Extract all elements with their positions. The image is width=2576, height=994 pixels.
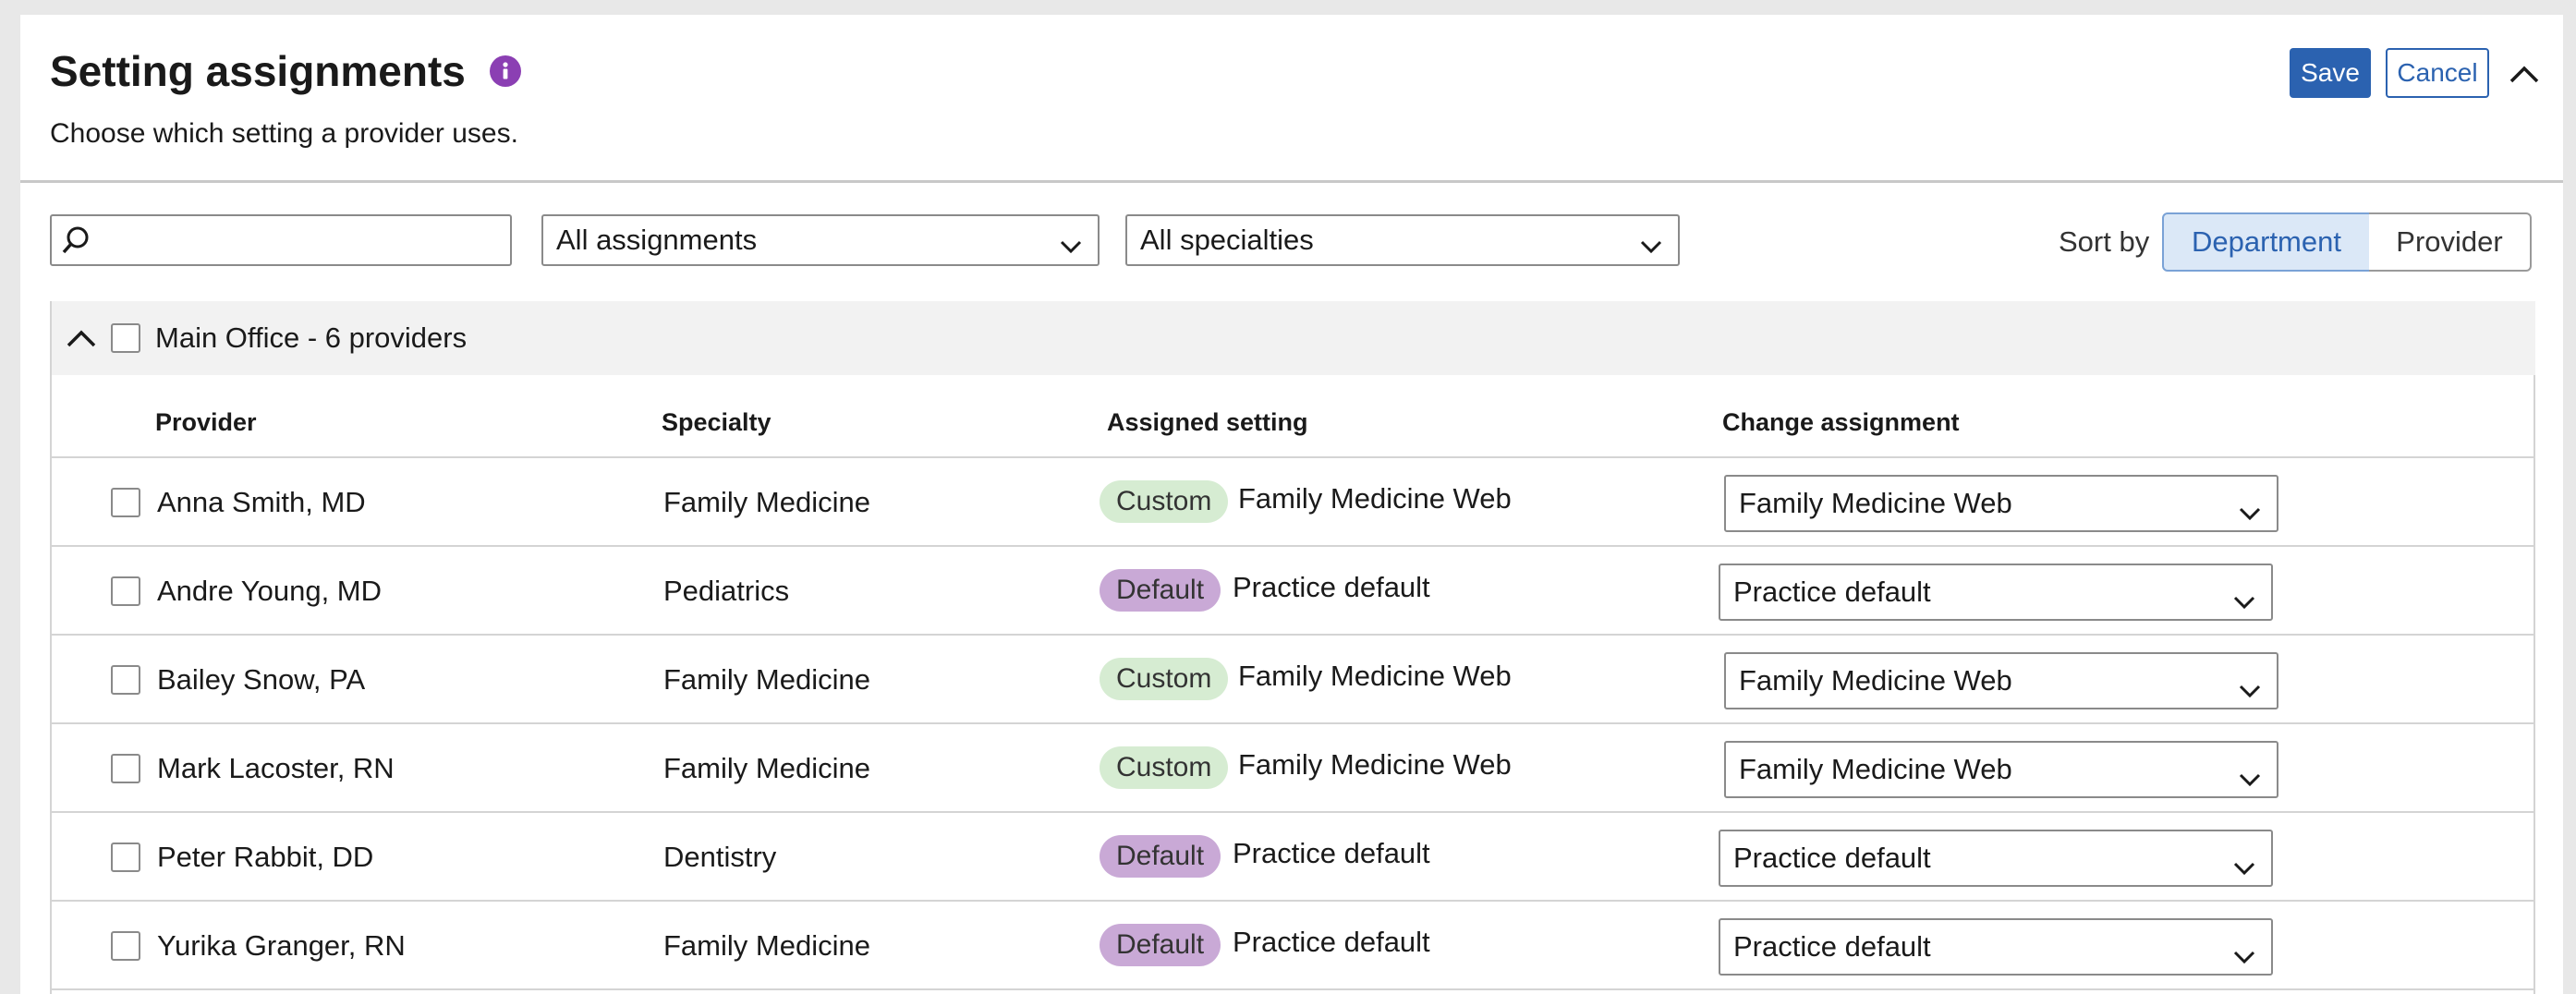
table-row: Anna Smith, MD Family Medicine Custom Fa…	[52, 458, 2535, 547]
page-title-wrap: Setting assignments	[50, 46, 521, 96]
specialties-select[interactable]: All specialties	[1125, 214, 1680, 266]
table-row: Peter Rabbit, DD Dentistry Default Pract…	[52, 813, 2535, 902]
info-icon[interactable]	[489, 55, 521, 87]
panel-header: Setting assignments Choose which setting…	[20, 15, 2563, 183]
status-badge: Custom	[1100, 746, 1229, 789]
assigned-setting: Practice default	[1233, 837, 1430, 869]
assigned-setting: Practice default	[1233, 571, 1430, 603]
provider-name: Bailey Snow, PA	[157, 663, 366, 696]
change-assignment-value: Family Medicine Web	[1739, 664, 2012, 697]
sort-provider-button[interactable]: Provider	[2369, 212, 2532, 272]
column-header-provider: Provider	[155, 408, 257, 436]
chevron-up-icon[interactable]	[2506, 55, 2543, 92]
group-header[interactable]: Main Office - 6 providers	[52, 301, 2535, 375]
change-assignment-select[interactable]: Practice default	[1719, 564, 2273, 621]
status-badge: Default	[1100, 835, 1221, 878]
assigned-setting: Practice default	[1233, 926, 1430, 958]
provider-specialty: Family Medicine	[663, 752, 870, 784]
change-assignment-value: Practice default	[1733, 930, 1931, 963]
assigned-setting: Family Medicine Web	[1238, 660, 1512, 692]
search-input[interactable]	[96, 220, 503, 261]
sort-department-button[interactable]: Department	[2162, 212, 2371, 272]
change-assignment-select[interactable]: Family Medicine Web	[1724, 741, 2278, 798]
change-assignment-value: Family Medicine Web	[1739, 487, 2012, 519]
chevron-down-icon	[1637, 227, 1665, 275]
assigned-setting: Family Medicine Web	[1238, 482, 1512, 515]
chevron-down-icon	[2236, 669, 2264, 722]
column-header-specialty: Specialty	[662, 408, 772, 436]
chevron-down-icon	[2236, 491, 2264, 545]
change-assignment-select[interactable]: Family Medicine Web	[1724, 475, 2278, 532]
table-row: Yurika Granger, RN Family Medicine Defau…	[52, 902, 2535, 990]
assigned-setting: Family Medicine Web	[1238, 748, 1512, 781]
change-assignment-value: Family Medicine Web	[1739, 753, 2012, 785]
status-badge: Custom	[1100, 480, 1229, 523]
save-button[interactable]: Save	[2290, 48, 2371, 98]
assignments-select-value: All assignments	[556, 224, 758, 256]
provider-name: Yurika Granger, RN	[157, 929, 406, 962]
provider-specialty: Family Medicine	[663, 486, 870, 518]
table-row: Bailey Snow, PA Family Medicine Custom F…	[52, 636, 2535, 724]
search-icon	[59, 224, 92, 261]
row-checkbox[interactable]	[111, 665, 140, 695]
column-header-assigned: Assigned setting	[1107, 408, 1308, 436]
provider-specialty: Pediatrics	[663, 575, 790, 607]
row-checkbox[interactable]	[111, 754, 140, 783]
chevron-down-icon	[2230, 846, 2258, 900]
table-row: Andre Young, MD Pediatrics Default Pract…	[52, 547, 2535, 636]
provider-specialty: Dentistry	[663, 841, 777, 873]
row-checkbox[interactable]	[111, 576, 140, 606]
search-field[interactable]	[50, 214, 512, 266]
chevron-down-icon	[2230, 935, 2258, 988]
cancel-button[interactable]: Cancel	[2386, 48, 2489, 98]
provider-name: Andre Young, MD	[157, 575, 383, 607]
page-title: Setting assignments	[50, 47, 466, 95]
page-subtitle: Choose which setting a provider uses.	[50, 118, 518, 149]
providers-table: Main Office - 6 providers Provider Speci…	[50, 301, 2535, 994]
change-assignment-select[interactable]: Family Medicine Web	[1724, 652, 2278, 709]
provider-specialty: Family Medicine	[663, 663, 870, 696]
provider-name: Peter Rabbit, DD	[157, 841, 374, 873]
provider-specialty: Family Medicine	[663, 929, 870, 962]
chevron-down-icon	[2230, 580, 2258, 634]
sort-label: Sort by	[2059, 225, 2150, 258]
change-assignment-value: Practice default	[1733, 842, 1931, 874]
chevron-up-icon[interactable]	[63, 321, 100, 359]
table-row: Mark Lacoster, RN Family Medicine Custom…	[52, 724, 2535, 813]
row-checkbox[interactable]	[111, 842, 140, 872]
provider-name: Mark Lacoster, RN	[157, 752, 395, 784]
change-assignment-select[interactable]: Practice default	[1719, 830, 2273, 887]
status-badge: Default	[1100, 569, 1221, 612]
row-checkbox[interactable]	[111, 931, 140, 961]
change-assignment-value: Practice default	[1733, 576, 1931, 608]
chevron-down-icon	[2236, 758, 2264, 811]
group-checkbox[interactable]	[111, 323, 140, 353]
settings-panel: Setting assignments Choose which setting…	[20, 15, 2563, 994]
status-badge: Default	[1100, 924, 1221, 966]
specialties-select-value: All specialties	[1140, 224, 1314, 256]
change-assignment-select[interactable]: Practice default	[1719, 918, 2273, 976]
group-label: Main Office - 6 providers	[155, 321, 468, 354]
assignments-select[interactable]: All assignments	[541, 214, 1100, 266]
row-checkbox[interactable]	[111, 488, 140, 517]
chevron-down-icon	[1057, 227, 1085, 275]
column-header-change: Change assignment	[1722, 408, 1960, 436]
provider-name: Anna Smith, MD	[157, 486, 366, 518]
status-badge: Custom	[1100, 658, 1229, 700]
